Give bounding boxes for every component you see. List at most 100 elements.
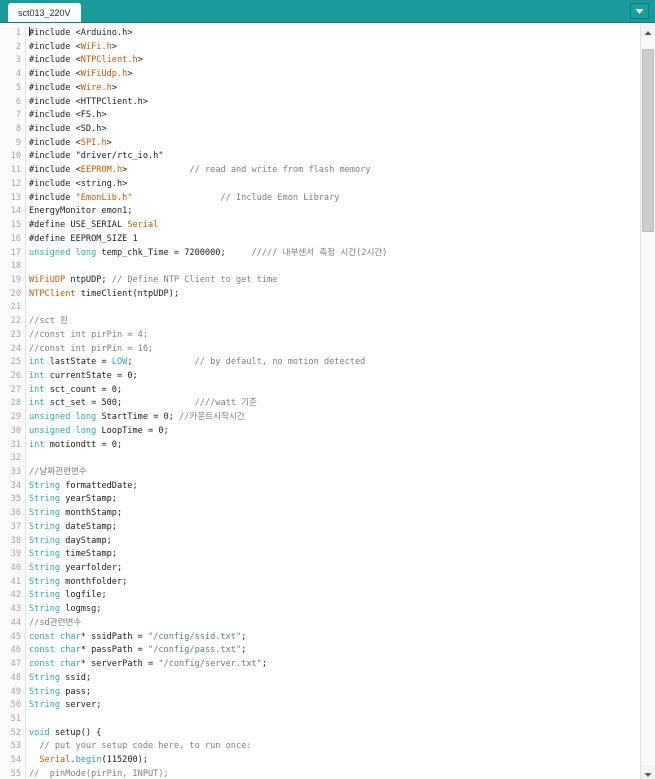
code-text[interactable]: #include <WiFiUdp.h> <box>26 68 133 82</box>
code-line[interactable]: 45 const char* ssidPath = "/config/ssid.t… <box>0 630 640 645</box>
code-line[interactable]: 42 String logfile; <box>0 589 640 604</box>
code-text[interactable]: // put your setup code here, to run once… <box>26 740 251 754</box>
code-text[interactable]: #define EEPROM_SIZE 1 <box>26 233 138 247</box>
code-text[interactable]: Serial.begin(115200); <box>26 754 148 768</box>
code-line[interactable]: 37 String dateStamp; <box>0 520 640 535</box>
code-line[interactable]: 51 <box>0 712 640 727</box>
code-line[interactable]: 18 <box>0 260 640 274</box>
code-line[interactable]: 54 Serial.begin(115200); <box>0 754 640 768</box>
scroll-up-button[interactable] <box>641 23 655 37</box>
code-line[interactable]: 55// pinMode(pirPin, INPUT); <box>0 767 640 779</box>
vertical-scrollbar[interactable] <box>640 23 655 779</box>
code-text[interactable]: String dateStamp; <box>26 521 117 535</box>
code-text[interactable]: const char* passPath = "/config/pass.txt… <box>26 644 246 658</box>
code-text[interactable]: #include <EEPROM.h> // read and write fr… <box>26 164 371 178</box>
code-line[interactable]: 23//const int pirPin = 4; <box>0 328 640 343</box>
code-text[interactable]: //날짜관련변수 <box>26 466 87 480</box>
code-line[interactable]: 8 #include <SD.h> <box>0 123 640 137</box>
code-text[interactable]: WiFiUDP ntpUDP; // Define NTP Client to … <box>26 274 277 288</box>
code-line[interactable]: 32 <box>0 452 640 466</box>
code-line[interactable]: 47 const char* serverPath = "/config/serv… <box>0 658 640 672</box>
code-line[interactable]: 19 WiFiUDP ntpUDP; // Define NTP Client t… <box>0 273 640 288</box>
code-text[interactable]: const char* ssidPath = "/config/ssid.txt… <box>26 631 246 645</box>
code-line[interactable]: 9 #include <SPI.h> <box>0 136 640 151</box>
code-line[interactable]: 13 #include "EmonLib.h" // Include Emon L… <box>0 191 640 206</box>
code-line[interactable]: 28 int sct_set = 500; ////watt 기준 <box>0 397 640 412</box>
code-text[interactable]: unsigned long StartTime = 0; //카운트시작시간 <box>26 411 245 425</box>
code-text[interactable]: //const int pirPin = 16; <box>26 343 153 357</box>
code-line[interactable]: 15 #define USE_SERIAL Serial <box>0 219 640 233</box>
code-line[interactable]: 41 String monthfolder; <box>0 575 640 590</box>
code-text[interactable]: String formattedDate; <box>26 480 138 494</box>
code-line[interactable]: 49 String pass; <box>0 685 640 700</box>
code-line[interactable]: 36 String monthStamp; <box>0 507 640 521</box>
code-text[interactable]: int motiondtt = 0; <box>26 439 122 453</box>
code-text[interactable]: #include <SD.h> <box>26 123 107 137</box>
code-line[interactable]: 40 String yearfolder; <box>0 562 640 576</box>
code-text[interactable]: String monthfolder; <box>26 576 127 590</box>
code-text[interactable]: #define USE_SERIAL Serial <box>26 219 158 233</box>
code-text[interactable]: int lastState = LOW; // by default, no m… <box>26 356 365 370</box>
code-text[interactable]: #include <FS.h> <box>26 109 107 123</box>
code-text[interactable]: #include <WiFi.h> <box>26 41 117 55</box>
code-line[interactable]: 50 String server; <box>0 699 640 713</box>
code-text[interactable]: String logmsg; <box>26 603 101 617</box>
code-text[interactable]: String yearStamp; <box>26 493 117 507</box>
code-line[interactable]: 29 unsigned long StartTime = 0; //카운트시작시간 <box>0 411 640 425</box>
code-text[interactable]: const char* serverPath = "/config/server… <box>26 658 267 672</box>
code-text[interactable]: int currentState = 0; <box>26 370 138 384</box>
code-line[interactable]: 39 String timeStamp; <box>0 548 640 563</box>
code-line[interactable]: 35 String yearStamp; <box>0 493 640 508</box>
code-line[interactable]: 3 #include <NTPClient.h> <box>0 54 640 69</box>
code-line[interactable]: 1 #include <Arduino.h> <box>0 27 640 41</box>
code-line[interactable]: 44//sd관련변수 <box>0 616 640 631</box>
code-line[interactable]: 21 <box>0 301 640 316</box>
code-text[interactable]: String yearfolder; <box>26 562 122 576</box>
sketch-tab-active[interactable]: sct013_220V <box>8 3 81 22</box>
code-text[interactable]: void setup() { <box>26 727 101 741</box>
code-line[interactable]: 17 unsigned long temp_chk_Time = 7200000;… <box>0 246 640 261</box>
code-line[interactable]: 7 #include <FS.h> <box>0 109 640 124</box>
code-line[interactable]: 34 String formattedDate; <box>0 479 640 494</box>
code-line[interactable]: 33//날짜관련변수 <box>0 466 640 480</box>
code-text[interactable]: int sct_count = 0; <box>26 384 122 398</box>
code-line[interactable]: 2 #include <WiFi.h> <box>0 40 640 55</box>
code-line[interactable]: 24//const int pirPin = 16; <box>0 342 640 357</box>
code-line[interactable]: 22//sct 핀 <box>0 315 640 329</box>
code-line[interactable]: 5 #include <Wire.h> <box>0 81 640 96</box>
code-text[interactable]: #include "EmonLib.h" // Include Emon Lib… <box>26 192 339 206</box>
code-line[interactable]: 46 const char* passPath = "/config/pass.t… <box>0 644 640 659</box>
code-text[interactable]: #include <SPI.h> <box>26 137 112 151</box>
code-line[interactable]: 10 #include "driver/rtc_io.h" <box>0 150 640 165</box>
code-line[interactable]: 52 void setup() { <box>0 726 640 741</box>
code-text[interactable]: String monthStamp; <box>26 507 122 521</box>
code-text[interactable]: // pinMode(pirPin, INPUT); <box>26 768 169 779</box>
code-text[interactable]: String dayStamp; <box>26 535 112 549</box>
code-text[interactable]: #include <string.h> <box>26 178 127 192</box>
code-line[interactable]: 26 int currentState = 0; <box>0 369 640 384</box>
code-text[interactable]: #include <NTPClient.h> <box>26 54 143 68</box>
code-line[interactable]: 11 #include <EEPROM.h> // read and write … <box>0 164 640 178</box>
code-text[interactable]: String logfile; <box>26 589 107 603</box>
code-text[interactable]: unsigned long LoopTime = 0; <box>26 425 169 439</box>
code-text[interactable]: String server; <box>26 699 101 713</box>
code-line[interactable]: 48 String ssid; <box>0 671 640 686</box>
code-line[interactable]: 38 String dayStamp; <box>0 534 640 549</box>
code-text[interactable]: String timeStamp; <box>26 548 117 562</box>
code-text[interactable]: #include "driver/rtc_io.h" <box>26 150 164 164</box>
code-line[interactable]: 6 #include <HTTPClient.h> <box>0 95 640 110</box>
code-line[interactable]: 53 // put your setup code here, to run o… <box>0 740 640 755</box>
code-line[interactable]: 16 #define EEPROM_SIZE 1 <box>0 232 640 247</box>
code-text[interactable]: //sct 핀 <box>26 315 68 329</box>
code-editor[interactable]: 1 #include <Arduino.h> 2 #include <WiFi.h> 3… <box>0 23 640 779</box>
code-line[interactable]: 20 NTPClient timeClient(ntpUDP); <box>0 287 640 302</box>
code-text[interactable]: //const int pirPin = 4; <box>26 329 148 343</box>
code-text[interactable]: #include <Arduino.h> <box>26 27 133 41</box>
code-line[interactable]: 30 unsigned long LoopTime = 0; <box>0 424 640 439</box>
code-line[interactable]: 27 int sct_count = 0; <box>0 383 640 398</box>
code-text[interactable]: EnergyMonitor emon1; <box>26 205 132 219</box>
code-line[interactable]: 31 int motiondtt = 0; <box>0 438 640 453</box>
code-line[interactable]: 12 #include <string.h> <box>0 177 640 192</box>
code-text[interactable]: unsigned long temp_chk_Time = 7200000; /… <box>26 247 387 261</box>
scroll-down-button[interactable] <box>641 765 655 779</box>
